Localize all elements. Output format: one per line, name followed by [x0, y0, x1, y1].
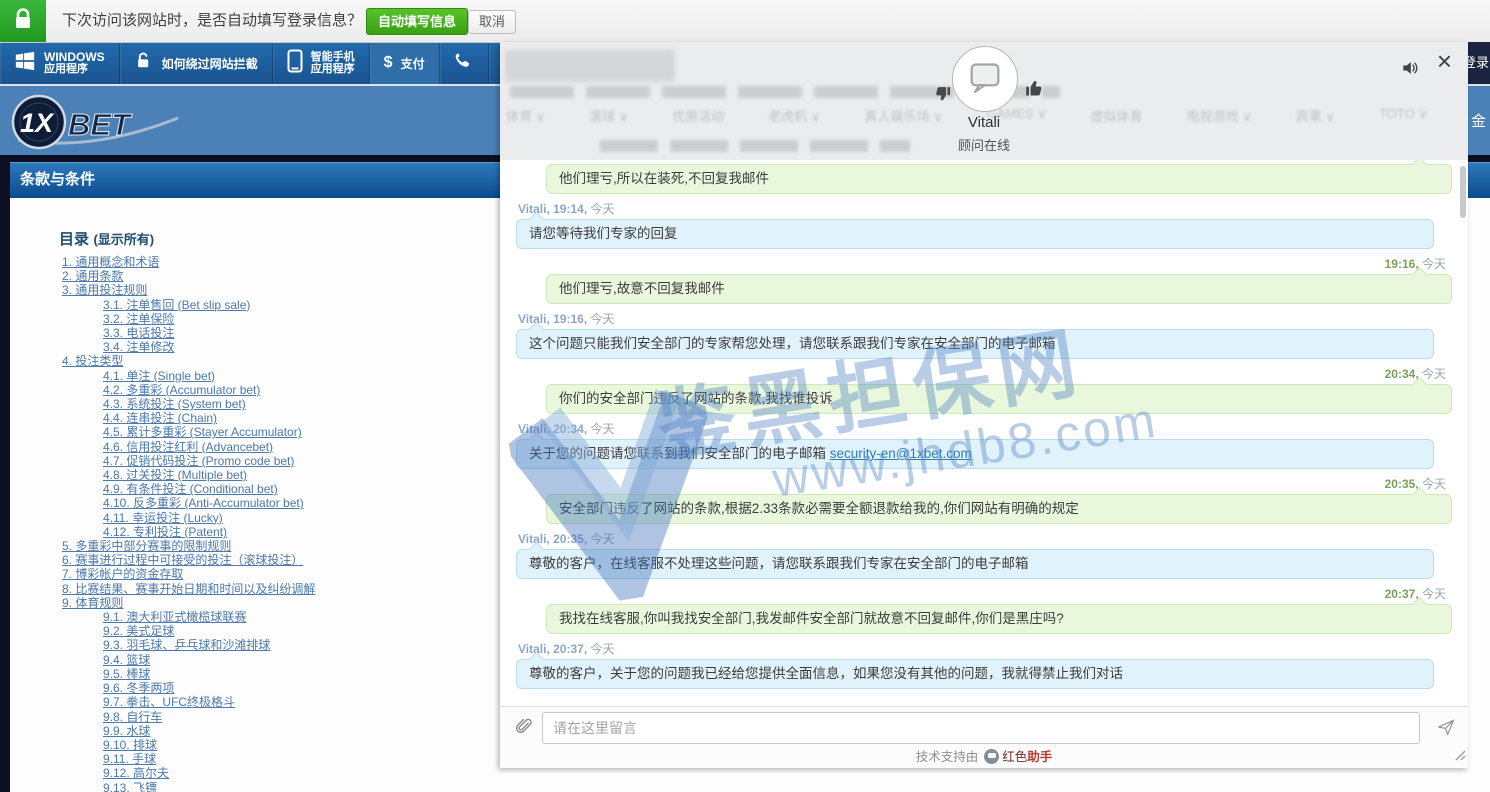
phone-contact-link[interactable] [440, 42, 489, 84]
support-brand-part2[interactable]: 助手 [1027, 750, 1052, 764]
unlock-icon [134, 50, 154, 77]
agent-name: Vitali [500, 114, 1468, 131]
dollar-icon: $ [384, 54, 393, 72]
logo-1x-text: 1X [20, 108, 55, 138]
chat-window: 体育 ∨滚球 ∨优惠活动老虎机 ∨真人娱乐场 ∨GAMES ∨虚拟体育电视游戏 … [500, 42, 1468, 768]
logo-bet-text: BET [68, 107, 133, 142]
autofill-button[interactable]: 自动填写信息 [366, 8, 468, 35]
toc-item[interactable]: 9.12. 高尔夫 [62, 766, 1490, 780]
lock-icon [13, 8, 33, 35]
smartphone-icon [287, 49, 303, 78]
chat-footer: 技术支持由 红色助手 [500, 746, 1468, 765]
chat-bubble-agent: 请您等待我们专家的回复 [516, 219, 1434, 249]
redhelper-icon [984, 749, 999, 764]
agent-message-meta: Vitali, 19:14, 今天 [518, 202, 1450, 217]
resize-handle[interactable] [1454, 748, 1466, 766]
thumbs-down-icon[interactable] [933, 84, 952, 108]
bypass-block-label: 如何绕过网站拦截 [162, 55, 258, 72]
close-icon[interactable]: × [1437, 48, 1452, 74]
payments-link[interactable]: $ 支付 [370, 42, 440, 84]
smartphone-apps-line1: 智能手机 [311, 51, 355, 63]
cancel-button[interactable]: 取消 [468, 10, 516, 34]
autofill-message: 下次访问该网站时，是否自动填写登录信息？ [62, 0, 362, 42]
payments-label: 支付 [401, 55, 425, 72]
autofill-notification-bar: 下次访问该网站时，是否自动填写登录信息？ 自动填写信息 取消 [0, 0, 1490, 43]
agent-message-meta: Vitali, 19:16, 今天 [518, 312, 1450, 327]
chat-bubble-user: 安全部门违反了网站的条款,根据2.33条款必需要全额退款给我的,你们网站有明确的… [546, 494, 1452, 524]
chat-messages: 他们理亏,所以在装死,不回复我邮件 Vitali, 19:14, 今天请您等待我们… [500, 160, 1468, 707]
agent-status: 顾问在线 [500, 135, 1468, 154]
user-message-meta: 20:34, 今天 [518, 367, 1446, 382]
chat-bubble-agent: 尊敬的客户，关于您的问题我已经给您提供全面信息，如果您没有其他的问题，我就得禁止… [516, 659, 1434, 689]
user-message-meta: 20:37, 今天 [518, 587, 1446, 602]
phone-icon [454, 51, 474, 76]
send-icon[interactable] [1436, 717, 1456, 742]
sound-icon[interactable] [1400, 58, 1420, 83]
attachment-icon[interactable] [514, 717, 534, 742]
agent-message-meta: Vitali, 20:35, 今天 [518, 532, 1450, 547]
toc-show-all[interactable]: (显示所有) [93, 232, 154, 247]
user-message-meta: 19:16, 今天 [518, 257, 1446, 272]
support-prefix: 技术支持由 [916, 750, 979, 764]
user-message-meta: 20:35, 今天 [518, 477, 1446, 492]
background-blur-tile [505, 50, 675, 82]
windows-icon [14, 50, 36, 77]
toc-title: 目录 [59, 231, 89, 248]
chat-bubble-user: 你们的安全部门违反了网站的条款,我找谁投诉 [546, 384, 1452, 414]
chat-bubble-user: 他们理亏,故意不回复我邮件 [546, 274, 1452, 304]
bypass-block-link[interactable]: 如何绕过网站拦截 [120, 42, 273, 84]
smartphone-apps-link[interactable]: 智能手机 应用程序 [273, 42, 370, 84]
site-logo[interactable]: 1X BET [8, 92, 183, 159]
support-brand-part1[interactable]: 红色 [1002, 750, 1027, 764]
chat-bubble-user: 他们理亏,所以在装死,不回复我邮件 [546, 164, 1452, 194]
smartphone-apps-line2: 应用程序 [311, 63, 355, 75]
toc-item[interactable]: 9.13. 飞镖 [62, 781, 1490, 792]
security-email-link[interactable]: security-en@1xbet.com [830, 446, 972, 461]
chat-bubble-agent: 关于您的问题请您联系到我们安全部门的电子邮箱 security-en@1xbet… [516, 439, 1434, 469]
lock-tile [0, 0, 46, 42]
chat-bubble-user: 我找在线客服,你叫我找安全部门,我发邮件安全部门就故意不回复邮件,你们是黑庄吗? [546, 604, 1452, 634]
chat-input-area: 技术支持由 红色助手 [500, 706, 1468, 768]
agent-message-meta: Vitali, 20:34, 今天 [518, 422, 1450, 437]
message-input[interactable] [542, 712, 1420, 744]
chat-header: 体育 ∨滚球 ∨优惠活动老虎机 ∨真人娱乐场 ∨GAMES ∨虚拟体育电视游戏 … [500, 42, 1468, 160]
chat-bubble-agent: 这个问题只能我们安全部门的专家帮您处理，请您联系跟我们专家在安全部门的电子邮箱 [516, 329, 1434, 359]
screen: 下次访问该网站时，是否自动填写登录信息？ 自动填写信息 取消 WINDOWS 应… [0, 0, 1490, 792]
windows-apps-link[interactable]: WINDOWS 应用程序 [0, 42, 120, 84]
chat-scrollbar[interactable] [1460, 166, 1466, 218]
header-right-partial-text: 金 [1471, 110, 1486, 131]
agent-message-meta: Vitali, 20:37, 今天 [518, 642, 1450, 657]
windows-apps-line1: WINDOWS [44, 51, 105, 63]
agent-avatar [952, 46, 1018, 112]
thumbs-up-icon[interactable] [1024, 78, 1045, 104]
chat-bubble-agent: 尊敬的客户，在线客服不处理这些问题，请您联系跟我们专家在安全部门的电子邮箱 [516, 549, 1434, 579]
speech-bubble-icon [965, 57, 1005, 102]
windows-apps-line2: 应用程序 [44, 63, 105, 75]
